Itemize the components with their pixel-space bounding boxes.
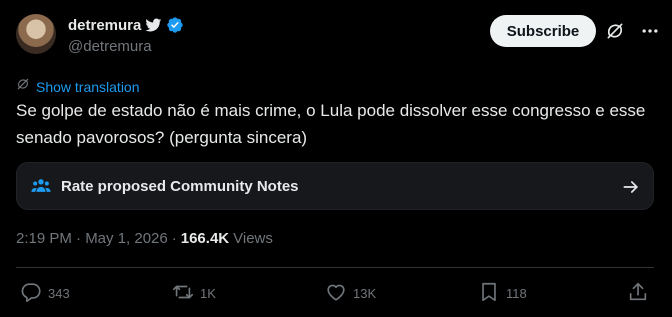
translate-icon [16, 77, 30, 96]
handle[interactable]: @detremura [68, 38, 184, 55]
tweet: detremura @detremura Subscribe Show tran… [0, 0, 672, 317]
arrow-right-icon [621, 177, 641, 197]
more-options-icon[interactable] [640, 21, 660, 41]
community-notes-button[interactable]: Rate proposed Community Notes [16, 162, 654, 210]
bookmark-icon [478, 281, 500, 306]
grok-icon[interactable] [605, 21, 625, 41]
like-count: 13K [353, 285, 377, 301]
avatar[interactable] [16, 14, 56, 54]
views-count: 166.4K [180, 230, 230, 247]
community-notes-label: Rate proposed Community Notes [61, 177, 299, 195]
repost-icon [172, 281, 194, 306]
name-row: detremura [68, 15, 184, 35]
divider [16, 267, 654, 268]
author-names: detremura @detremura [68, 15, 184, 55]
meta-separator: · [171, 230, 177, 247]
heart-icon [325, 281, 347, 306]
reply-icon [20, 281, 42, 306]
bookmark-count: 118 [506, 285, 527, 301]
show-translation-link[interactable]: Show translation [16, 77, 140, 96]
verified-badge-icon[interactable] [166, 16, 184, 34]
share-button[interactable] [627, 282, 649, 304]
reply-count: 343 [48, 285, 70, 301]
timestamp[interactable]: 2:19 PM · May 1, 2026 [16, 230, 168, 247]
views-label: Views [233, 230, 273, 247]
repost-button[interactable]: 1K [172, 282, 216, 304]
tweet-text: Se golpe de estado não é mais crime, o L… [16, 101, 646, 147]
share-icon [627, 281, 649, 306]
subscribe-button[interactable]: Subscribe [490, 15, 596, 47]
like-button[interactable]: 13K [325, 282, 376, 304]
display-name[interactable]: detremura [68, 17, 141, 34]
tweet-meta: 2:19 PM · May 1, 2026 · 166.4K Views [16, 230, 273, 247]
show-translation-label[interactable]: Show translation [36, 79, 140, 95]
bookmark-button[interactable]: 118 [478, 282, 527, 304]
reply-button[interactable]: 343 [20, 282, 70, 304]
repost-count: 1K [200, 285, 216, 301]
people-icon [31, 176, 51, 196]
bird-icon [145, 18, 162, 33]
